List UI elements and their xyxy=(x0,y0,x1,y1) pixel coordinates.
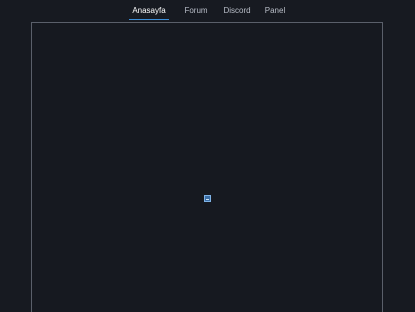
active-tab-indicator xyxy=(129,19,169,20)
nav-item-panel[interactable]: Panel xyxy=(264,0,286,22)
nav-item-label: Discord xyxy=(223,6,251,15)
nav-item-discord[interactable]: Discord xyxy=(222,0,252,22)
nav-item-label: Forum xyxy=(184,6,208,15)
nav-item-forum[interactable]: Forum xyxy=(183,0,209,22)
nav-item-label: Panel xyxy=(264,6,286,15)
main-nav: Anasayfa Forum Discord Panel xyxy=(0,0,415,22)
broken-image-icon xyxy=(204,195,211,202)
nav-item-anasayfa[interactable]: Anasayfa xyxy=(129,0,169,22)
top-navigation-bar: Anasayfa Forum Discord Panel xyxy=(0,0,415,22)
content-frame xyxy=(31,22,383,312)
page: Anasayfa Forum Discord Panel xyxy=(0,0,415,312)
nav-item-label: Anasayfa xyxy=(132,6,166,15)
